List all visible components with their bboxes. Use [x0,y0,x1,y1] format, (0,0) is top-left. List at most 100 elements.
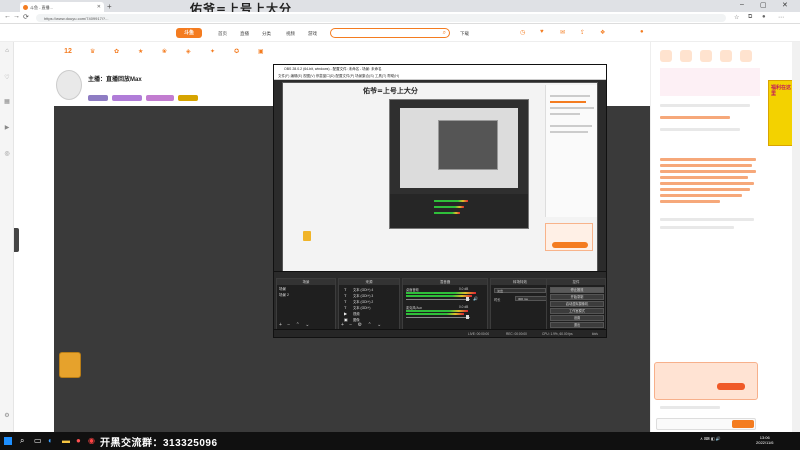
nested-obs-window [389,99,529,229]
chat-vip-icon[interactable] [720,50,732,62]
chat-line [660,158,756,161]
follow-icon[interactable]: ♥ [540,29,544,35]
nav-item[interactable]: 分类 [262,31,271,37]
rank-icon[interactable]: ♛ [90,48,95,55]
nav-item[interactable]: 首页 [218,31,227,37]
text-source-icon: T [344,293,347,298]
fans-icon[interactable]: ★ [138,48,143,55]
page-scrollbar[interactable] [792,42,800,432]
studio-mode-button[interactable]: 工作室模式 [550,308,604,314]
search-icon[interactable]: ⌕ [443,30,446,37]
back-icon[interactable]: ← [4,13,11,20]
volume-knob[interactable] [466,315,469,319]
sidebar-collapse-tab[interactable] [14,228,19,252]
tab-title: 斗鱼 - 直播... [30,5,53,10]
tab-close-icon[interactable]: ✕ [97,4,101,10]
sidebar-item-category[interactable]: ▦ [2,98,12,105]
extensions-icon[interactable]: ⧉ [748,14,752,21]
nested-promo-card [545,223,593,251]
volume-knob[interactable] [466,297,469,301]
badge-icon[interactable]: ✪ [234,48,239,55]
chat-rank-icon[interactable] [660,50,672,62]
scene-item[interactable]: 场景 [279,287,286,292]
chat-fans-icon[interactable] [680,50,692,62]
obs-menubar[interactable]: 文件(F) 编辑(E) 视图(V) 停靠窗口(D) 配置文件(P) 场景集合(S… [274,73,606,80]
app-icon[interactable]: ● [76,436,81,445]
refresh-icon[interactable]: ⟳ [23,13,29,21]
virtual-camera-button[interactable]: 启动虚拟摄像机 [550,301,604,307]
gift-badge-icon[interactable] [59,352,81,378]
site-logo[interactable]: 斗鱼 [176,28,202,38]
edge-icon[interactable]: ◐ [48,436,53,445]
sources-toolbar[interactable]: + − ⚙ ⌃ ⌄ [341,322,383,328]
settings-button[interactable]: 设置 [550,315,604,321]
sidebar-item-video[interactable]: ▶ [2,124,12,131]
duration-label: 时长 [494,298,501,302]
volume-slider[interactable] [406,315,470,319]
send-button[interactable] [732,420,754,428]
favorite-icon[interactable]: ☆ [734,14,739,21]
shop-icon[interactable]: ◈ [186,48,191,55]
sources-dock: 来源 T 文本 (GDI+) 4 T 文本 (GDI+) 3 T 文本 (GDI… [338,278,400,330]
streamer-avatar[interactable] [56,70,82,100]
taskbar-clock[interactable]: 13:06 2022/11/6 [756,435,774,445]
source-item[interactable]: 视频 [353,311,360,316]
folder-icon[interactable]: ▬ [62,436,70,445]
source-item[interactable]: 文本 (GDI+) 4 [353,287,373,292]
duration-field[interactable]: 300 ms [515,296,547,301]
activity-icon[interactable]: ✦ [210,48,215,55]
room-tag[interactable] [146,95,174,101]
source-item[interactable]: 文本 (GDI+) 3 [353,293,373,298]
chat-more-icon[interactable] [740,50,752,62]
sidebar-item-follow[interactable]: ♡ [2,74,12,81]
chat-promo-button[interactable] [717,383,745,390]
maximize-button[interactable]: ▢ [760,1,767,9]
menu-icon[interactable]: ⋯ [778,14,784,21]
search-icon[interactable]: ⌕ [20,436,24,446]
nav-item[interactable]: 游戏 [308,31,317,37]
mute-icon[interactable]: 🔊 [473,296,478,301]
sidebar-item-game[interactable]: ◎ [2,150,12,157]
volume-slider[interactable] [406,297,470,301]
exit-button[interactable]: 退出 [550,322,604,328]
history-icon[interactable]: ◷ [520,29,525,36]
task-view-icon[interactable]: ▭ [34,436,42,445]
start-recording-button[interactable]: 开始录制 [550,294,604,300]
message-icon[interactable]: ✉ [560,29,565,36]
start-icon[interactable] [4,437,12,445]
gift-icon[interactable]: ❖ [600,29,605,36]
close-window-button[interactable]: ✕ [782,1,788,9]
box-icon[interactable]: ▣ [258,48,264,55]
nav-item[interactable]: 视频 [286,31,295,37]
lottery-icon[interactable]: ❀ [162,48,167,55]
chat-ad-banner[interactable]: 福利在这里 [768,80,794,146]
tray-icons[interactable]: ∧ ⌨ ◧ 🔊 [700,436,721,441]
room-tag[interactable] [178,95,198,101]
search-input[interactable]: ⌕ [330,28,450,38]
obs-statusbar: LIVE: 00:00:00 REC: 00:00:00 CPU: 1.9%, … [274,329,606,337]
forward-icon[interactable]: → [13,13,20,20]
nav-item[interactable]: 直播 [240,31,249,37]
task-icon[interactable]: ✿ [114,48,119,55]
transition-select[interactable]: 淡出 [494,288,546,293]
source-item[interactable]: 文本 (GDI+) 2 [353,299,373,304]
new-tab-button[interactable]: + [107,2,112,11]
text-source-icon: T [344,305,347,310]
room-tag[interactable] [88,95,108,101]
upload-icon[interactable]: ⇪ [580,29,585,36]
source-item[interactable]: 文本 (GDI+) [353,305,371,310]
minimize-button[interactable]: – [740,1,744,8]
browser-tab[interactable]: 斗鱼 - 直播... ✕ [20,2,104,12]
scenes-toolbar[interactable]: + − ⌃ ⌄ [279,322,311,328]
sidebar-item-settings[interactable]: ⚙ [2,412,12,419]
profile-icon[interactable]: ● [762,14,766,20]
chat-gift-icon[interactable] [700,50,712,62]
room-tag[interactable] [112,95,142,101]
user-avatar-icon[interactable]: ● [640,29,644,35]
sidebar-item-home[interactable]: ⌂ [2,48,12,54]
video-icon: ▶ [4,125,10,131]
nav-item[interactable]: 下载 [460,31,469,37]
scene-item[interactable]: 场景 2 [279,293,289,298]
url-field[interactable]: https://www.douyu.com/7409917/?... [36,14,726,22]
stop-streaming-button[interactable]: 停止推流 [550,287,604,293]
